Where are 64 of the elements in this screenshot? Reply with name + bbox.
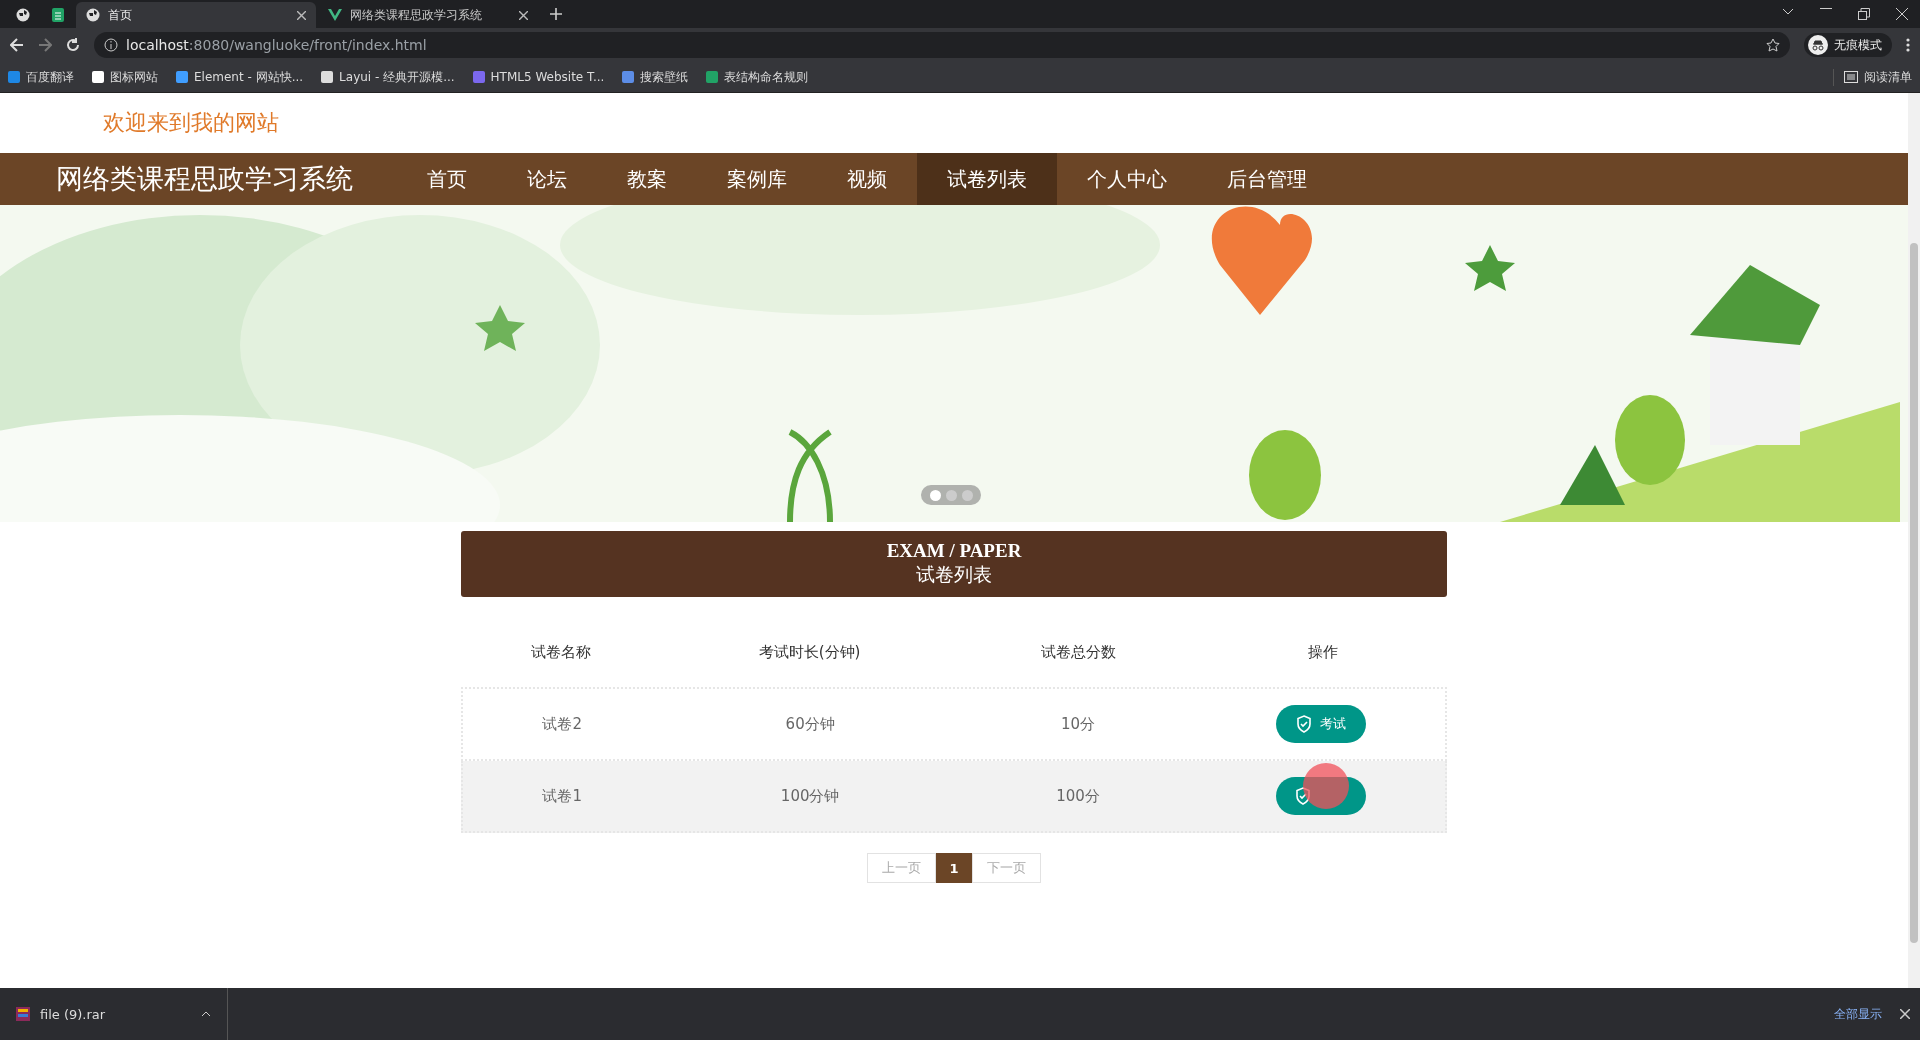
bookmark[interactable]: 图标网站 — [92, 68, 158, 86]
show-all-link[interactable]: 全部显示 — [1834, 1005, 1882, 1023]
nav-item[interactable]: 教案 — [597, 153, 697, 205]
close-icon[interactable] — [297, 10, 306, 20]
table-cell: 试卷2 — [542, 714, 582, 734]
column-header: 考试时长(分钟) — [758, 642, 861, 662]
table-cell: 100分钟 — [780, 786, 840, 806]
reading-list-button[interactable]: 阅读清单 — [1833, 68, 1912, 86]
table-cell: 100分 — [1056, 786, 1100, 806]
close-icon[interactable] — [1896, 8, 1908, 20]
table-cell: 10分 — [1060, 714, 1096, 734]
table-cell: 试卷1 — [542, 786, 582, 806]
carousel-dot[interactable] — [961, 489, 973, 501]
chevron-icon[interactable] — [1782, 8, 1794, 16]
incognito-button[interactable]: 无痕模式 — [1804, 33, 1892, 57]
column-header: 试卷名称 — [530, 642, 591, 662]
bookmark[interactable]: Element - 网站快... — [176, 68, 304, 86]
shield-check-icon — [1296, 715, 1312, 733]
scrollbar-thumb[interactable] — [1910, 243, 1918, 943]
section-title-en: EXAM / PAPER — [886, 540, 1022, 562]
column-header: 操作 — [1307, 642, 1338, 662]
table-cell: 60分钟 — [785, 714, 835, 734]
nav-item[interactable]: 论坛 — [497, 153, 597, 205]
nav-item[interactable]: 案例库 — [697, 153, 817, 205]
star-icon[interactable] — [1766, 38, 1780, 52]
column-header: 试卷总分数 — [1041, 642, 1116, 662]
nav-item[interactable]: 视频 — [817, 153, 917, 205]
nav-item[interactable]: 后台管理 — [1197, 153, 1337, 205]
section-title: 试卷列表 — [916, 563, 992, 587]
download-item[interactable]: file (9).rar — [0, 988, 228, 1040]
globe-icon — [86, 8, 100, 22]
restore-icon[interactable] — [1858, 8, 1870, 20]
reload-icon[interactable] — [66, 38, 80, 52]
carousel-dot[interactable] — [945, 489, 957, 501]
bookmark[interactable]: 搜索壁纸 — [622, 68, 689, 86]
nav-item[interactable]: 试卷列表 — [917, 153, 1057, 205]
bookmark[interactable]: 百度翻译 — [8, 68, 74, 86]
chevron-up-icon[interactable] — [201, 1011, 211, 1017]
bookmark[interactable]: HTML5 Website T... — [472, 70, 605, 84]
site-title: 网络类课程思政学习系统 — [55, 162, 354, 196]
archive-icon — [16, 1007, 30, 1021]
v-logo-icon — [328, 9, 342, 21]
incognito-icon — [1808, 35, 1828, 55]
list-icon — [1844, 71, 1858, 83]
browser-tab[interactable]: 首页 — [76, 2, 316, 28]
welcome-text: 欢迎来到我的网站 — [103, 109, 279, 137]
globe-icon — [16, 8, 30, 22]
bookmark[interactable]: 表结构命名规则 — [706, 68, 809, 86]
info-icon — [104, 38, 118, 52]
more-icon[interactable] — [1906, 38, 1910, 52]
spreadsheet-icon — [52, 8, 64, 22]
forward-icon[interactable] — [38, 38, 52, 52]
address-field[interactable]: localhost:8080/wangluoke/front/index.html — [94, 32, 1790, 58]
close-icon[interactable] — [519, 10, 528, 20]
close-icon[interactable] — [1900, 1009, 1910, 1019]
carousel-dot[interactable] — [929, 489, 941, 501]
exam-button[interactable]: 考试 — [1276, 705, 1366, 743]
page-button[interactable]: 1 — [936, 853, 972, 883]
browser-tab[interactable]: 网络类课程思政学习系统 — [318, 2, 538, 28]
back-icon[interactable] — [10, 38, 24, 52]
nav-item[interactable]: 个人中心 — [1057, 153, 1197, 205]
minimize-icon[interactable] — [1820, 8, 1832, 10]
nav-item[interactable]: 首页 — [397, 153, 497, 205]
bookmark[interactable]: Layui - 经典开源模... — [321, 68, 455, 86]
